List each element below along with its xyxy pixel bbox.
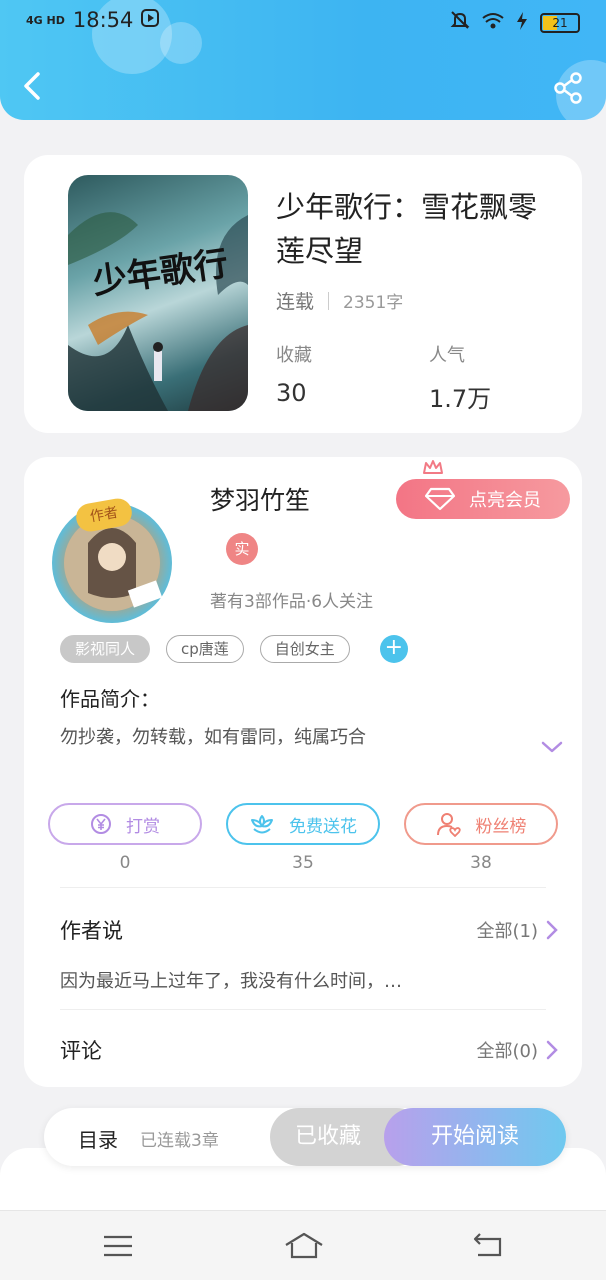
tag-list: 影视同人 cp唐莲 自创女主 + [60, 635, 408, 663]
flower-count: 35 [292, 853, 314, 873]
author-name[interactable]: 梦羽竹笙 [210, 481, 310, 517]
read-action-bar: 目录 已连载3章 已收藏 开始阅读 [44, 1108, 566, 1166]
back-arrow-icon [24, 72, 40, 100]
status-time: 18:54 [72, 8, 134, 32]
top-header: 4G HD 18:54 21 [0, 0, 606, 120]
comments-all-link[interactable]: 全部(0) [477, 1037, 559, 1063]
tag-item[interactable]: 影视同人 [60, 635, 151, 663]
comments-heading: 评论 [60, 1039, 102, 1063]
favorites-stat: 收藏 30 [276, 341, 312, 407]
serial-status: 连载 [276, 291, 315, 313]
send-flower-button[interactable]: 免费送花 [226, 803, 380, 845]
divider [60, 887, 546, 888]
popularity-value: 1.7万 [429, 385, 492, 413]
reward-button[interactable]: 打赏 [48, 803, 202, 845]
fans-rank-label: 粉丝榜 [475, 816, 527, 837]
author-says-heading: 作者说 [60, 919, 123, 943]
verified-badge: 实 [226, 533, 258, 565]
expand-chevron-icon[interactable] [540, 737, 564, 757]
book-info-card: 少年歌行 少年歌行：雪花飘零莲尽望 连载 2351字 收藏 30 人气 1.7万 [24, 155, 582, 433]
charging-icon [516, 11, 528, 35]
chevron-right-icon [546, 1040, 558, 1060]
author-says-all-label: 全部(1) [476, 921, 539, 942]
media-icon [141, 8, 160, 32]
battery-icon: 21 [540, 12, 580, 33]
vip-button[interactable]: 点亮会员 [396, 479, 570, 519]
author-says-text[interactable]: 因为最近马上过年了，我没有什么时间，… [60, 967, 402, 993]
user-heart-icon [436, 813, 461, 837]
divider [328, 291, 330, 310]
wifi-icon [482, 11, 504, 35]
intro-text: 勿抄袭，勿转载，如有雷同，纯属巧合 [60, 727, 366, 748]
book-cover[interactable]: 少年歌行 [68, 175, 248, 411]
home-icon[interactable] [284, 1231, 324, 1261]
collected-label: 已收藏 [294, 1124, 361, 1149]
author-stats: 著有3部作品·6人关注 [210, 592, 374, 612]
favorites-label: 收藏 [276, 345, 312, 366]
menu-icon[interactable] [100, 1231, 136, 1261]
yen-coin-icon [91, 814, 111, 834]
intro-heading: 作品简介： [60, 687, 160, 711]
toc-button[interactable]: 目录 [78, 1124, 118, 1153]
flower-icon [251, 815, 273, 834]
share-icon [554, 72, 582, 104]
crown-icon [422, 459, 444, 479]
fans-count: 38 [470, 853, 492, 873]
send-flower-label: 免费送花 [289, 816, 357, 837]
diamond-icon [425, 487, 455, 511]
book-meta: 连载 2351字 [276, 287, 403, 314]
word-count: 2351字 [343, 293, 404, 313]
popularity-label: 人气 [429, 345, 465, 366]
mute-icon [450, 10, 470, 35]
network-label: 4G HD [26, 13, 65, 27]
chapter-count: 已连载3章 [140, 1131, 219, 1151]
author-says-all-link[interactable]: 全部(1) [477, 917, 559, 943]
battery-level: 21 [552, 15, 568, 30]
start-reading-button[interactable]: 开始阅读 [384, 1108, 566, 1166]
vip-label: 点亮会员 [469, 490, 541, 511]
tag-item[interactable]: 自创女主 [259, 635, 350, 663]
comments-all-label: 全部(0) [476, 1041, 539, 1062]
chevron-right-icon [546, 920, 558, 940]
status-bar: 4G HD 18:54 21 [0, 0, 606, 42]
author-card: 作者 梦羽竹笙 点亮会员 实 著有3部作品·6人关注 影视同人 cp唐莲 自创女… [24, 457, 582, 1087]
system-nav-bar [0, 1210, 606, 1280]
back-button[interactable] [18, 68, 50, 104]
tag-item[interactable]: cp唐莲 [166, 635, 244, 663]
fans-rank-button[interactable]: 粉丝榜 [404, 803, 558, 845]
add-tag-button[interactable]: + [379, 635, 408, 663]
favorites-value: 30 [276, 379, 307, 407]
share-button[interactable] [552, 70, 584, 106]
book-title: 少年歌行：雪花飘零莲尽望 [276, 190, 538, 268]
divider [60, 1009, 546, 1010]
back-nav-icon[interactable] [470, 1231, 506, 1261]
reward-count: 0 [119, 853, 131, 873]
reward-label: 打赏 [126, 816, 160, 837]
popularity-stat: 人气 1.7万 [429, 341, 491, 414]
